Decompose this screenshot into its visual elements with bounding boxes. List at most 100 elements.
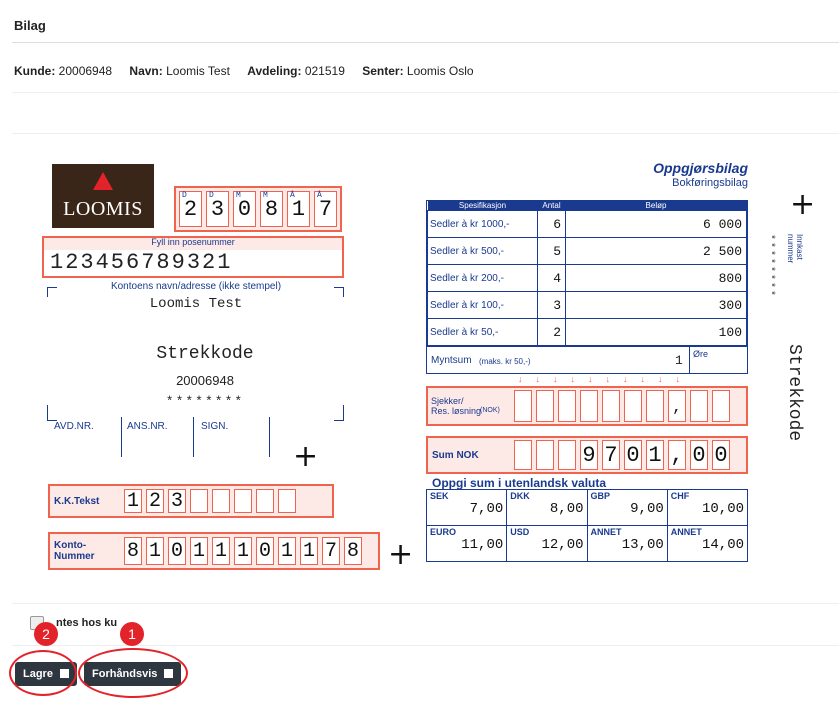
currency-amount: 10,00	[701, 501, 744, 517]
digit-cell: 0M	[233, 191, 256, 227]
currency-label: CHF	[670, 491, 690, 501]
kontonr-label: Konto- Nummer	[54, 540, 95, 562]
valuta-title: Oppgi sum i utenlandsk valuta	[432, 476, 607, 490]
valuta-cell: GBP 9,00	[586, 489, 668, 526]
currency-amount: 14,00	[701, 537, 744, 553]
spec-antal: 3	[537, 291, 566, 319]
spec-header: Spesifikasjon	[427, 201, 538, 211]
innkast-label: Innkast nummer	[786, 234, 804, 264]
currency-label: DKK	[510, 491, 530, 501]
digit-cell: 1	[212, 537, 230, 565]
digit-cell: 0	[168, 537, 186, 565]
spec-label: Sedler à kr 200,-	[427, 264, 538, 292]
sjekker-label: Sjekker/ Res. løsning	[431, 396, 482, 416]
date-letter: D	[182, 191, 187, 200]
currency-amount: 13,00	[621, 537, 664, 553]
currency-amount: 9,00	[630, 501, 664, 517]
digit-cell	[234, 489, 252, 513]
konto-name: Loomis Test	[149, 296, 243, 312]
spec-label: Sedler à kr 100,-	[427, 291, 538, 319]
mynt-note: (maks. kr 50,-)	[479, 357, 531, 366]
barcode-number: 20006948	[176, 373, 234, 388]
digit-cell	[558, 440, 576, 470]
digit-cell: 7	[602, 440, 620, 470]
voucher-image: LOOMIS 2D3D0M8M1Å7Å Fyll inn posenummer …	[0, 0, 839, 600]
date-letter: Å	[317, 191, 322, 200]
sjekker-note: (NOK)	[480, 407, 500, 414]
date-letter: D	[209, 191, 214, 200]
spec-label: Sedler à kr 500,-	[427, 237, 538, 265]
digit-cell: 7Å	[314, 191, 337, 227]
valuta-cell: USD 12,00	[506, 525, 588, 562]
crosshair-icon: +	[790, 187, 816, 222]
date-box: 2D3D0M8M1Å7Å	[174, 186, 342, 232]
digit-cell: ,	[668, 440, 686, 470]
currency-label: GBP	[590, 491, 611, 501]
currency-label: ANNET	[670, 527, 702, 537]
date-letter: M	[263, 191, 268, 200]
digit-cell: 1	[234, 537, 252, 565]
strekkode-title: Strekkode	[156, 344, 254, 364]
pose-label: Fyll inn posenummer	[151, 237, 235, 247]
spec-antal: 4	[537, 264, 566, 292]
spec-label: Sedler à kr 50,-	[427, 318, 538, 346]
digit-cell: 2	[146, 489, 164, 513]
sjekker-box: Sjekker/ Res. løsning (NOK) ,	[426, 386, 748, 426]
currency-label: SEK	[430, 491, 449, 501]
currency-amount: 7,00	[469, 501, 504, 517]
digit-cell: 0	[690, 440, 708, 470]
spec-antal: 6	[537, 210, 566, 238]
currency-amount: 12,00	[541, 537, 584, 553]
digit-cell	[256, 489, 274, 513]
check-digit-cell	[558, 390, 576, 422]
mynt-value: 1	[675, 353, 683, 368]
digit-cell	[514, 440, 532, 470]
spec-belop: 6 000	[565, 210, 747, 238]
barcode-stars: ********	[165, 394, 245, 409]
digit-cell: 9	[580, 440, 598, 470]
ore-label: Øre	[693, 349, 709, 359]
valuta-cell: EURO 11,00	[425, 525, 508, 562]
digit-cell: 1	[146, 537, 164, 565]
digit-cell	[278, 489, 296, 513]
digit-cell	[212, 489, 230, 513]
divider	[12, 603, 839, 604]
valuta-cell: ANNET 14,00	[666, 525, 749, 562]
annotation-ellipse	[78, 648, 188, 698]
spec-row: Sedler à kr 50,- 2 100	[427, 318, 747, 346]
digit-cell: 0	[256, 537, 274, 565]
checkbox-label: ntes hos ku	[56, 617, 118, 629]
check-digit-cell	[536, 390, 554, 422]
spec-antal: 2	[537, 318, 566, 346]
pose-number: 123456789321	[44, 250, 342, 276]
side-strekkode: Strekkode	[784, 344, 804, 442]
valuta-table: SEK 7,00 DKK 8,00 GBP 9,00 CHF 10,00 EURO 11,00 US…	[425, 489, 749, 562]
valuta-cell: DKK 8,00	[506, 489, 588, 526]
arrow-row: ↓↓↓↓↓↓↓↓↓↓	[518, 374, 693, 384]
valuta-cell: SEK 7,00	[425, 489, 508, 526]
digit-cell: 2D	[179, 191, 202, 227]
check-digit-cell	[624, 390, 642, 422]
mynt-label: Myntsum	[431, 355, 472, 366]
digit-cell: 1	[124, 489, 142, 513]
crosshair-icon: +	[293, 439, 319, 474]
check-digit-cell	[646, 390, 664, 422]
check-digit-cell	[580, 390, 598, 422]
digit-cell: 1	[300, 537, 318, 565]
spec-row: Sedler à kr 1000,- 6 6 000	[427, 210, 747, 238]
kk-box: K.K.Tekst 123	[48, 484, 334, 518]
sign-label: SIGN.	[201, 421, 229, 432]
mynt-row: Myntsum (maks. kr 50,-) 1 Øre	[426, 346, 748, 374]
step-badge-1: 1	[120, 622, 144, 646]
check-digit-cell	[514, 390, 532, 422]
digit-cell	[536, 440, 554, 470]
check-digit-cell	[712, 390, 730, 422]
currency-amount: 11,00	[461, 537, 504, 553]
innkast-stars: ********	[764, 234, 775, 299]
konto-label: Kontoens navn/adresse (ikke stempel)	[110, 281, 282, 292]
digit-cell: 1	[278, 537, 296, 565]
currency-label: USD	[510, 527, 530, 537]
digit-cell: 8M	[260, 191, 283, 227]
digit-cell: 8	[124, 537, 142, 565]
digit-cell: 1	[646, 440, 664, 470]
